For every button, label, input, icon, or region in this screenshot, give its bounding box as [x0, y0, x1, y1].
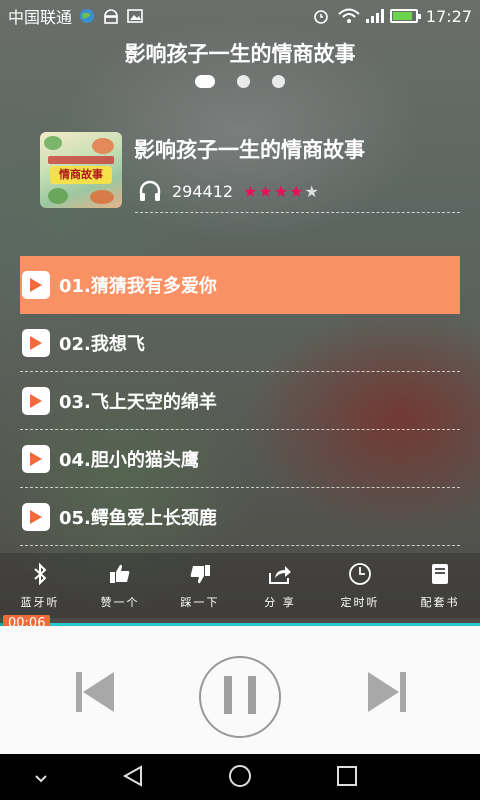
- page-indicator: [0, 75, 480, 88]
- album-stats: 294412 ★ ★ ★ ★ ★: [138, 180, 319, 202]
- track-label: 05.鳄鱼爱上长颈鹿: [59, 507, 217, 529]
- action-label: 蓝牙听: [20, 596, 60, 609]
- play-count: 294412: [172, 181, 234, 201]
- previous-button[interactable]: [70, 670, 120, 718]
- globe-icon: [78, 8, 96, 24]
- player-controls: [0, 626, 480, 754]
- action-bar: 蓝牙听 赞一个 踩一下 分 享 定时听 配套书: [0, 553, 480, 618]
- track-label: 02.我想飞: [59, 333, 145, 355]
- nav-recents-button[interactable]: [334, 765, 360, 791]
- action-label: 配套书: [420, 596, 460, 609]
- headphone-icon: [138, 180, 162, 202]
- track-item[interactable]: 05.鳄鱼爱上长颈鹿: [20, 488, 460, 546]
- star-icon: ★: [289, 181, 304, 201]
- track-item[interactable]: 04.胆小的猫头鹰: [20, 430, 460, 488]
- chevron-down-icon: [33, 769, 49, 788]
- page-dot-2[interactable]: [237, 75, 250, 88]
- pause-icon: [222, 676, 258, 718]
- action-label: 赞一个: [100, 596, 140, 609]
- image-icon: [126, 8, 144, 24]
- nav-home-button[interactable]: [227, 765, 253, 791]
- track-item[interactable]: 01.猜猜我有多爱你: [20, 256, 460, 314]
- alarm-icon: [312, 8, 330, 24]
- share-button[interactable]: 分 享: [240, 553, 320, 618]
- page-title: 影响孩子一生的情商故事: [124, 42, 356, 66]
- book-icon: [427, 561, 453, 591]
- track-item[interactable]: 03.飞上天空的绵羊: [20, 372, 460, 430]
- action-label: 踩一下: [180, 596, 220, 609]
- bluetooth-button[interactable]: 蓝牙听: [0, 553, 80, 618]
- share-icon: [267, 561, 293, 591]
- recents-square-icon: [336, 765, 358, 791]
- home-circle-icon: [227, 763, 253, 793]
- track-item[interactable]: 02.我想飞: [20, 314, 460, 372]
- action-label: 定时听: [340, 596, 380, 609]
- album-info: 情商故事 影响孩子一生的情商故事 294412 ★ ★ ★ ★ ★: [40, 130, 460, 214]
- thumbs-up-icon: [107, 561, 133, 591]
- star-icon: ★: [304, 181, 319, 201]
- nav-back-button[interactable]: [120, 765, 146, 791]
- track-label: 03.飞上天空的绵羊: [59, 391, 217, 413]
- signal-icon: [364, 8, 384, 24]
- status-bar: 中国联通 17:27: [0, 0, 480, 32]
- clock-time: 17:27: [425, 6, 472, 26]
- star-icon: ★: [273, 181, 289, 201]
- cover-title: 情商故事: [50, 166, 112, 184]
- star-icon: ★: [258, 181, 273, 201]
- track-label: 01.猜猜我有多爱你: [59, 276, 217, 297]
- skip-next-icon: [368, 672, 406, 716]
- play-icon[interactable]: [22, 386, 50, 415]
- back-triangle-icon: [121, 764, 145, 792]
- play-icon[interactable]: [22, 444, 50, 473]
- like-button[interactable]: 赞一个: [80, 553, 160, 618]
- book-button[interactable]: 配套书: [400, 553, 480, 618]
- skip-previous-icon: [76, 672, 114, 716]
- play-icon[interactable]: [22, 328, 50, 357]
- timer-button[interactable]: 定时听: [320, 553, 400, 618]
- android-icon: [102, 8, 120, 24]
- nav-hide-button[interactable]: [28, 765, 54, 791]
- battery-icon: [389, 9, 421, 23]
- thumbs-down-icon: [187, 561, 213, 591]
- wifi-icon: [338, 8, 360, 24]
- play-icon[interactable]: [22, 271, 50, 299]
- dislike-button[interactable]: 踩一下: [160, 553, 240, 618]
- album-divider: [135, 212, 460, 213]
- album-title: 影响孩子一生的情商故事: [134, 138, 365, 162]
- carrier-label: 中国联通: [8, 8, 73, 27]
- play-icon[interactable]: [22, 502, 50, 531]
- pause-button[interactable]: [199, 656, 281, 738]
- bluetooth-icon: [27, 561, 53, 591]
- track-label: 04.胆小的猫头鹰: [59, 449, 199, 471]
- action-label: 分 享: [264, 596, 296, 609]
- clock-icon: [347, 561, 373, 591]
- page-dot-1[interactable]: [195, 75, 215, 88]
- album-cover[interactable]: 情商故事: [40, 132, 122, 208]
- system-nav-bar: [0, 754, 480, 800]
- rating-stars: ★ ★ ★ ★ ★: [243, 182, 319, 201]
- star-icon: ★: [243, 181, 258, 201]
- next-button[interactable]: [362, 670, 412, 718]
- track-list: 01.猜猜我有多爱你 02.我想飞 03.飞上天空的绵羊 04.胆小的猫头鹰 0…: [20, 256, 460, 546]
- page-dot-3[interactable]: [272, 75, 285, 88]
